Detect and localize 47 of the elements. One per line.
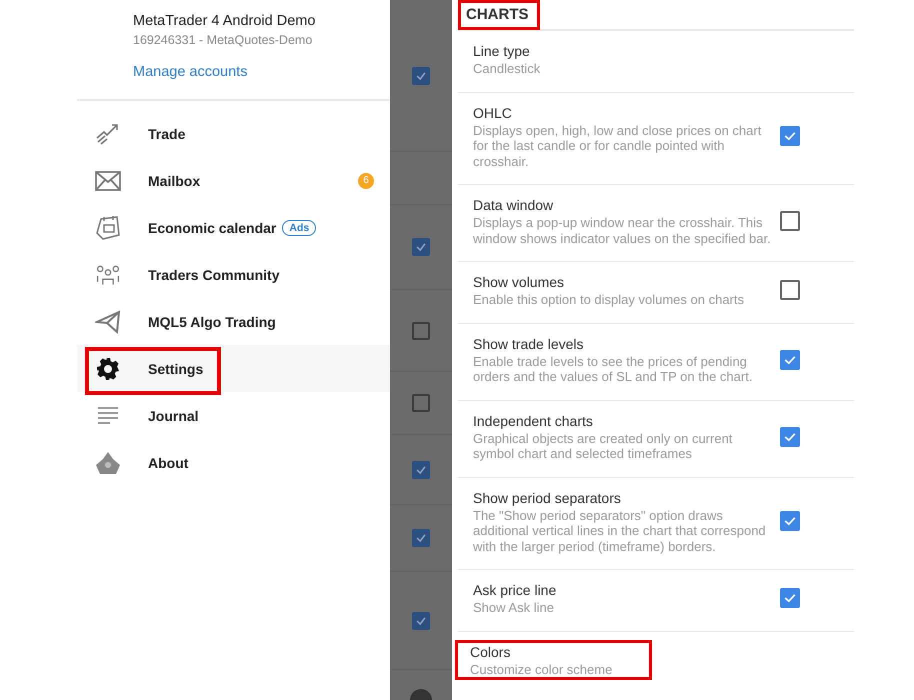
setting-title: OHLC (473, 104, 513, 122)
setting-description: Enable this option to display volumes on charts (473, 292, 745, 308)
people-icon (95, 262, 121, 286)
account-name: MetaTrader 4 Android Demo (133, 12, 316, 30)
menu-item[interactable]: Economic calendar Ads (77, 204, 390, 251)
setting-description: Enable trade levels to see the prices of pending orders and the values of SL and TP on the chart. (473, 354, 754, 384)
checkbox[interactable] (780, 588, 800, 608)
setting-title: Ask price line (473, 581, 558, 600)
lines-icon (97, 406, 119, 426)
calendar-icon (95, 214, 121, 240)
setting-title: Data window (473, 196, 554, 215)
paper-plane-icon (95, 310, 121, 334)
menu-item[interactable]: Traders Community (77, 251, 390, 298)
setting-title: Line type (473, 42, 531, 61)
account-server: 169246331 - MetaQuotes-Demo (133, 32, 314, 48)
setting-title: Show period separators (473, 488, 622, 508)
menu-item[interactable]: Trade (77, 110, 390, 157)
mail-icon (95, 170, 121, 190)
setting-title: Colors (470, 642, 512, 662)
setting-description: Customize color scheme (470, 662, 614, 677)
setting-description: The "Show period separators" option draws additional vertical lines in the chart that correspond with the larger period (timeframe) borders. (473, 508, 767, 554)
setting-title: Independent charts (473, 412, 594, 430)
checkbox[interactable] (780, 126, 800, 146)
unread-badge: 6 (358, 172, 374, 188)
logo-icon (95, 450, 121, 474)
manage-accounts-link[interactable]: Manage accounts (133, 64, 248, 80)
trend-arrow-icon (95, 122, 121, 146)
setting-description: Displays a pop-up window near the crosshair. This window shows indicator values on the specified bar. (473, 215, 772, 246)
setting-title: Show volumes (473, 273, 566, 292)
section-heading: CHARTS (458, 0, 540, 30)
settings-icon (96, 356, 120, 380)
menu-item[interactable]: Mailbox 6 (77, 157, 390, 204)
checkbox[interactable] (780, 350, 800, 370)
menu-item[interactable]: MQL5 Algo Trading (77, 298, 390, 345)
setting-description: Graphical objects are created only on current symbol chart and selected timeframes (473, 430, 734, 462)
checkbox[interactable] (780, 211, 800, 231)
setting-description: Show Ask line (473, 600, 555, 616)
setting-description: Displays open, high, low and close prices on chart for the last candle or for candle pointed with crosshair. (473, 122, 762, 169)
menu-item[interactable]: Journal (77, 392, 390, 439)
setting-title: Show trade levels (473, 334, 585, 354)
menu-item[interactable]: Settings (77, 345, 390, 392)
setting-description: Candlestick (473, 61, 542, 76)
menu-item[interactable]: About (77, 439, 390, 486)
checkbox[interactable] (780, 426, 800, 446)
checkbox[interactable] (780, 511, 800, 532)
ads-tag: Ads (282, 220, 316, 236)
checkbox[interactable] (780, 280, 800, 300)
